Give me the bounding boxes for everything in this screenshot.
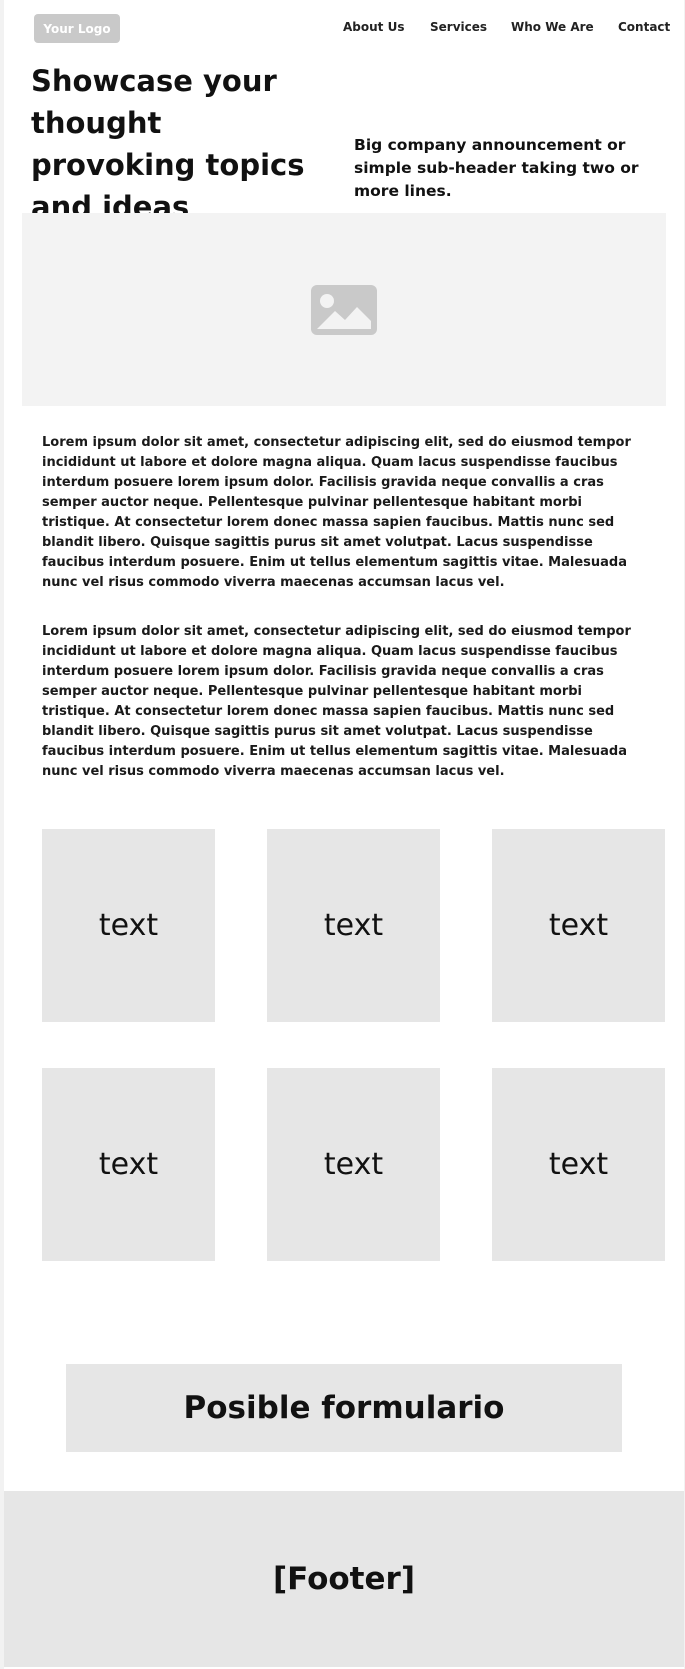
card-3: text bbox=[492, 829, 665, 1022]
card-text: text bbox=[323, 1147, 384, 1182]
card-text: text bbox=[323, 908, 384, 943]
hero-title: Showcase your thought provoking topics a… bbox=[31, 64, 305, 224]
card-4: text bbox=[42, 1068, 215, 1261]
nav-services[interactable]: Services bbox=[430, 20, 487, 34]
card-5: text bbox=[267, 1068, 440, 1261]
body-paragraph-1: Lorem ipsum dolor sit amet, consectetur … bbox=[42, 435, 631, 590]
main-nav: About Us Services Who We Are Contact bbox=[4, 20, 684, 38]
nav-about-us[interactable]: About Us bbox=[343, 20, 404, 34]
hero-image-placeholder bbox=[22, 213, 666, 406]
landing-page: Your Logo About Us Services Who We Are C… bbox=[4, 0, 684, 1669]
image-placeholder-icon bbox=[311, 284, 377, 335]
body-paragraph-2: Lorem ipsum dolor sit amet, consectetur … bbox=[42, 624, 631, 779]
hero-subheader: Big company announcement or simple sub-h… bbox=[354, 136, 639, 200]
card-text: text bbox=[98, 908, 159, 943]
card-1: text bbox=[42, 829, 215, 1022]
footer: [Footer] bbox=[4, 1491, 684, 1667]
nav-contact[interactable]: Contact bbox=[618, 20, 670, 34]
form-placeholder: Posible formulario bbox=[66, 1364, 622, 1452]
card-text: text bbox=[548, 1147, 609, 1182]
card-text: text bbox=[98, 1147, 159, 1182]
card-2: text bbox=[267, 829, 440, 1022]
card-text: text bbox=[548, 908, 609, 943]
card-6: text bbox=[492, 1068, 665, 1261]
nav-who-we-are[interactable]: Who We Are bbox=[511, 20, 594, 34]
